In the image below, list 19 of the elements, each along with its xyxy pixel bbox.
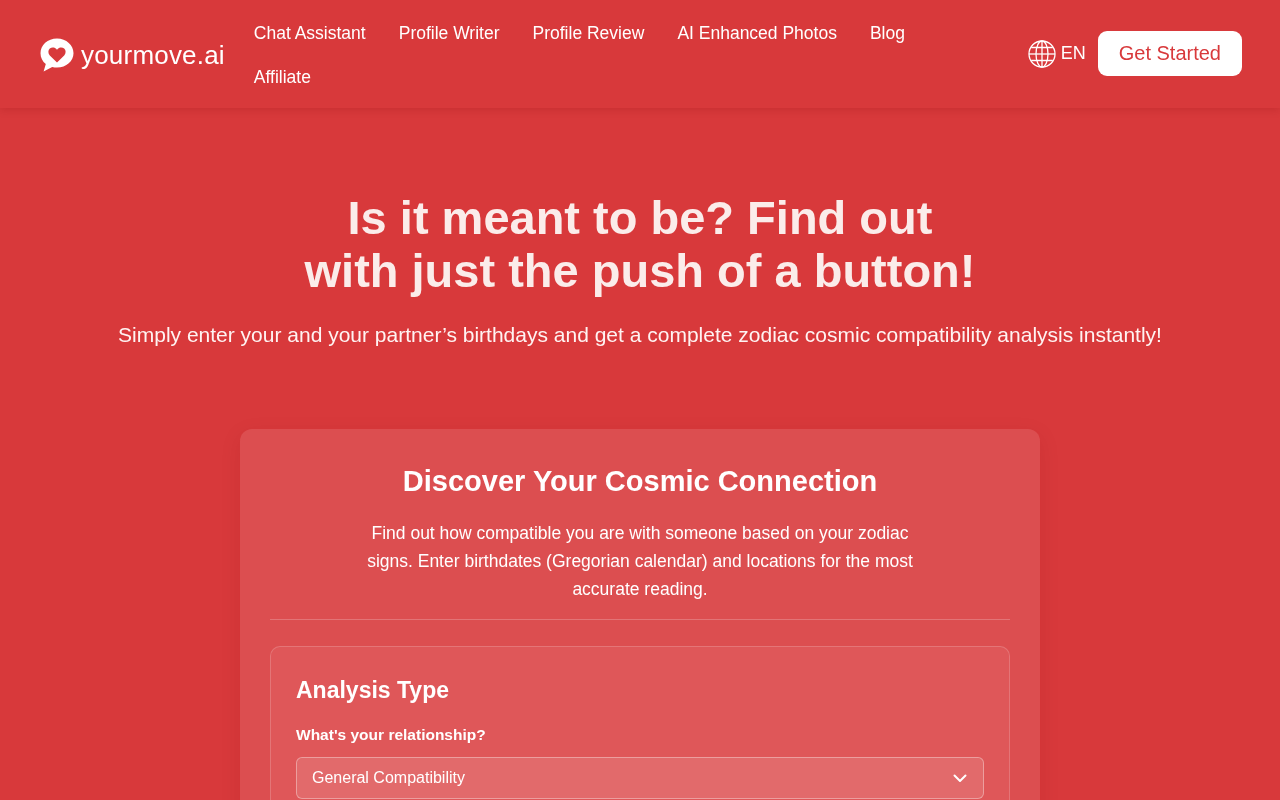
- nav-link[interactable]: Affiliate: [253, 55, 311, 99]
- card-description: Find out how compatible you are with someone based on your zodiac signs. Enter birthdates (Gregorian calendar) and locations for the most accurate reading.: [366, 522, 914, 601]
- language-selector[interactable]: EN: [1027, 39, 1086, 68]
- chevron-down-icon: [953, 773, 967, 783]
- heart-speech-bubble-icon: [39, 37, 75, 73]
- nav-link[interactable]: Chat Assistant: [253, 11, 366, 55]
- hero-heading: Is it meant to be? Find out with just the push of a button!: [303, 191, 977, 297]
- nav-link[interactable]: Blog: [869, 11, 905, 55]
- nav-link[interactable]: AI Enhanced Photos: [677, 11, 837, 55]
- nav-link[interactable]: Profile Writer: [398, 11, 500, 55]
- nav-link[interactable]: Profile Review: [532, 11, 645, 55]
- section-title: Analysis Type: [296, 676, 450, 704]
- logo-link[interactable]: yourmove.ai: [39, 37, 225, 73]
- relationship-select[interactable]: General Compatibility: [296, 757, 984, 799]
- hero-subtitle: Simply enter your and your partner’s birthdays and get a complete zodiac cosmic compatibility analysis instantly!: [117, 322, 1163, 348]
- get-started-button[interactable]: Get Started: [1097, 31, 1242, 76]
- field-label: What's your relationship?: [296, 725, 487, 745]
- card-title: Discover Your Cosmic Connection: [401, 464, 879, 499]
- globe-icon: [1027, 39, 1056, 68]
